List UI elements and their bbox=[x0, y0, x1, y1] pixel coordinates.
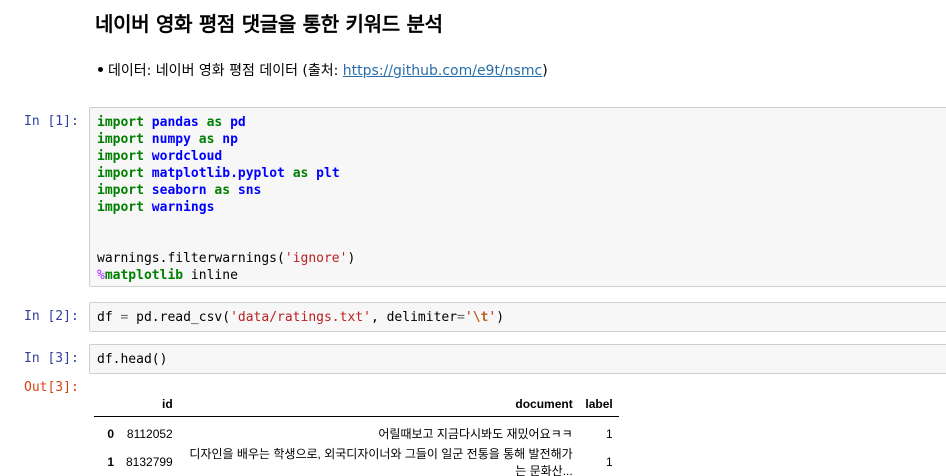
cell-document: 어릴때보고 지금다시봐도 재밌어요ㅋㅋ bbox=[378, 427, 573, 442]
code-cell-3[interactable]: df.head() bbox=[89, 344, 946, 374]
output-prompt: Out[3]: bbox=[24, 380, 79, 395]
row-index: 0 bbox=[107, 426, 114, 441]
code-line: import warnings bbox=[97, 200, 215, 215]
code-cell-2-source[interactable]: df = pd.read_csv('data/ratings.txt', del… bbox=[90, 303, 946, 332]
code-line: import pandas as pd bbox=[97, 115, 246, 130]
table-row: 1 8132799 디자인을 배우는 학생으로, 외국디자이너와 그들이 일군 … bbox=[94, 445, 619, 476]
data-source-suffix: ) bbox=[542, 63, 548, 79]
cell-document: 디자인을 배우는 학생으로, 외국디자이너와 그들이 일군 전통을 통해 발전해… bbox=[189, 446, 573, 476]
code-cell-2[interactable]: df = pd.read_csv('data/ratings.txt', del… bbox=[89, 302, 946, 332]
cell-id: 8132799 bbox=[126, 454, 173, 469]
cell-2-prompt: In [2]: bbox=[24, 309, 79, 324]
table-row: 0 8112052 어릴때보고 지금다시봐도 재밌어요ㅋㅋ 1 bbox=[94, 417, 619, 445]
code-line: import matplotlib.pyplot as plt bbox=[97, 166, 340, 181]
cell-label: 1 bbox=[606, 454, 613, 469]
code-cell-1-source[interactable]: import pandas as pd import numpy as np i… bbox=[90, 108, 946, 290]
data-source-link[interactable]: https://github.com/e9t/nsmc bbox=[343, 63, 542, 79]
data-source-list: 데이터: 네이버 영화 평점 데이터 (출처: https://github.c… bbox=[98, 60, 548, 80]
code-line: import wordcloud bbox=[97, 149, 223, 164]
code-line: import seaborn as sns bbox=[97, 183, 262, 198]
column-header-label: label bbox=[578, 392, 619, 417]
cell-label: 1 bbox=[606, 426, 613, 441]
code-cell-1[interactable]: import pandas as pd import numpy as np i… bbox=[89, 107, 946, 287]
table-header-row: id document label bbox=[94, 392, 619, 417]
column-header-document: document bbox=[178, 392, 579, 417]
notebook-title: 네이버 영화 평점 댓글을 통한 키워드 분석 bbox=[95, 12, 443, 36]
bullet-icon bbox=[98, 67, 103, 72]
row-index: 1 bbox=[107, 454, 114, 469]
code-line: import numpy as np bbox=[97, 132, 238, 147]
cell-id: 8112052 bbox=[126, 426, 173, 441]
code-line: warnings.filterwarnings('ignore') bbox=[97, 251, 356, 266]
data-source-item: 데이터: 네이버 영화 평점 데이터 (출처: https://github.c… bbox=[98, 60, 548, 80]
code-cell-3-source[interactable]: df.head() bbox=[90, 345, 946, 374]
cell-3-prompt: In [3]: bbox=[24, 351, 79, 366]
column-header-id: id bbox=[120, 392, 179, 417]
data-source-text: 데이터: 네이버 영화 평점 데이터 (출처: bbox=[108, 63, 343, 79]
cell-1-prompt: In [1]: bbox=[24, 114, 79, 129]
dataframe-table: id document label 0 8112052 어릴때보고 지금다시봐도… bbox=[94, 392, 619, 476]
index-header bbox=[94, 392, 120, 417]
code-line: %matplotlib inline bbox=[97, 268, 238, 283]
